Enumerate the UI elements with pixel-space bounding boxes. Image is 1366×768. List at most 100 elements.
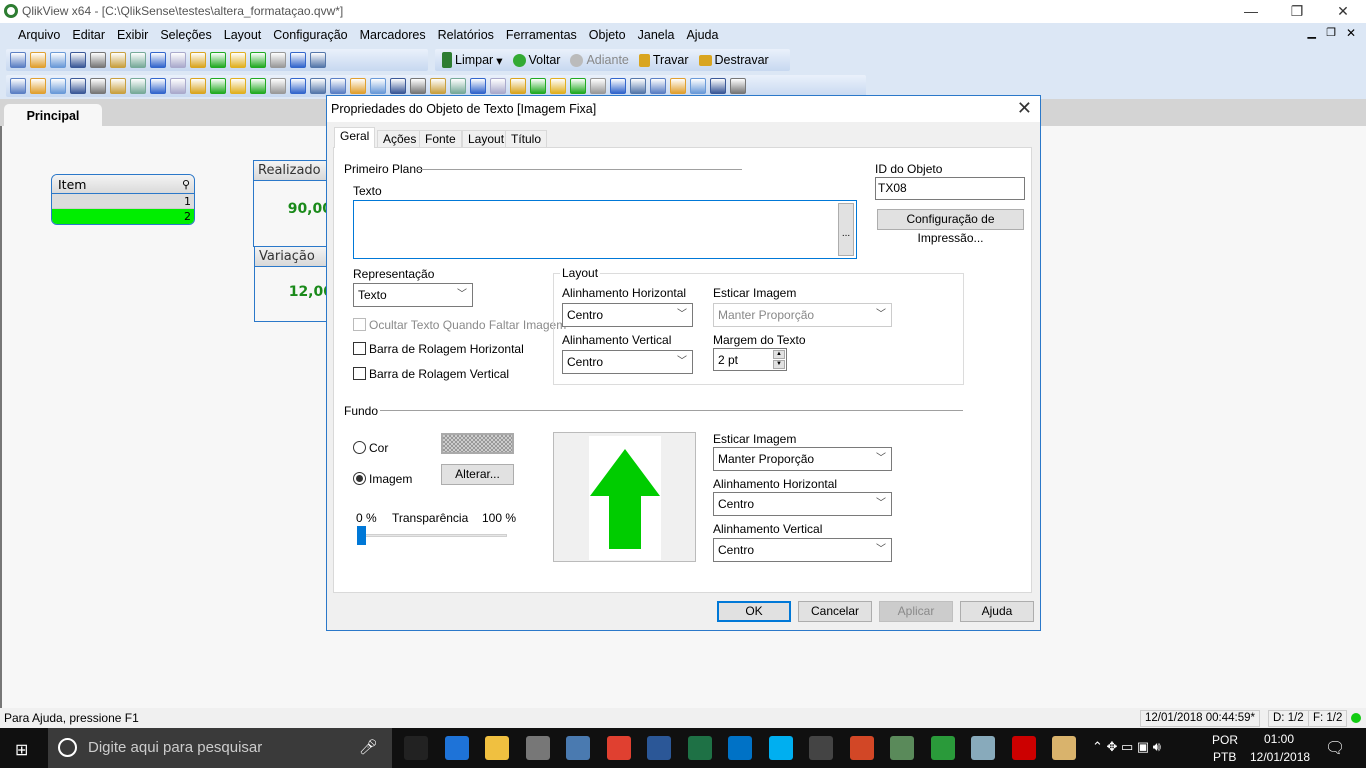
space-vert-icon[interactable] xyxy=(570,78,586,94)
export-icon[interactable] xyxy=(730,78,746,94)
chart-wizard-icon[interactable] xyxy=(230,52,246,68)
tab-titulo[interactable]: Título xyxy=(505,130,548,148)
menu-janela[interactable]: Janela xyxy=(632,23,681,47)
paint-icon[interactable] xyxy=(1052,736,1076,760)
help-icon[interactable] xyxy=(290,52,306,68)
sheet-right-icon[interactable] xyxy=(50,78,66,94)
apply-button[interactable]: Aplicar xyxy=(879,601,953,622)
snipping-icon[interactable] xyxy=(971,736,995,760)
context-help-icon[interactable] xyxy=(310,52,326,68)
help-button[interactable]: Ajuda xyxy=(960,601,1034,622)
acrobat-icon[interactable] xyxy=(1011,736,1036,760)
microphone-icon[interactable]: 🎤︎ xyxy=(359,728,378,768)
spin-up-icon[interactable]: ▲ xyxy=(773,350,785,359)
color-radio[interactable] xyxy=(353,441,366,454)
search-icon[interactable] xyxy=(190,52,206,68)
restore-button[interactable]: ❐ xyxy=(1274,0,1320,23)
cancel-button[interactable]: Cancelar xyxy=(798,601,872,622)
undo-icon[interactable] xyxy=(150,52,166,68)
container-icon[interactable] xyxy=(350,78,366,94)
redo-icon[interactable] xyxy=(170,52,186,68)
align-center-icon[interactable] xyxy=(470,78,486,94)
stretch-select[interactable]: Manter Proporção ﹀ xyxy=(713,303,892,327)
reload-icon[interactable] xyxy=(50,52,66,68)
custom-object-icon[interactable] xyxy=(370,78,386,94)
language-indicator[interactable]: POR xyxy=(1212,733,1238,747)
menu-ferramentas[interactable]: Ferramentas xyxy=(500,23,583,47)
bg-h-align-select[interactable]: Centro ﹀ xyxy=(713,492,892,516)
text-object-icon[interactable] xyxy=(250,78,266,94)
align-top-icon[interactable] xyxy=(550,78,566,94)
clock-time[interactable]: 01:00 xyxy=(1264,732,1294,746)
table-box-icon[interactable] xyxy=(150,78,166,94)
expression-overview-icon[interactable] xyxy=(390,78,406,94)
lock-button[interactable]: Travar xyxy=(636,53,692,67)
sheet-tab-principal[interactable]: Principal xyxy=(4,104,102,128)
qlikview-icon[interactable] xyxy=(890,736,914,760)
ok-button[interactable]: OK xyxy=(717,601,791,622)
text-expression-button[interactable]: ... xyxy=(838,203,854,256)
tray-icons[interactable]: ⌃ ✥ ▭ ▣ 🔊︎ xyxy=(1092,739,1161,755)
object-id-input[interactable]: TX08 xyxy=(875,177,1025,200)
listbox-row-selected[interactable]: 2 xyxy=(52,209,194,224)
mdi-restore-icon[interactable]: ❐ xyxy=(1326,26,1336,39)
close-window-button[interactable]: ✕ xyxy=(1320,0,1366,23)
new-sheet-icon[interactable] xyxy=(10,78,26,94)
bookmark-object-icon[interactable] xyxy=(310,78,326,94)
hscroll-checkbox[interactable] xyxy=(353,342,366,355)
edit-script-icon[interactable] xyxy=(110,52,126,68)
outlook-icon[interactable] xyxy=(728,736,752,760)
change-image-button[interactable]: Alterar... xyxy=(441,464,514,485)
chrome-icon[interactable] xyxy=(606,736,631,760)
image-radio[interactable] xyxy=(353,472,366,485)
save-icon[interactable] xyxy=(70,52,86,68)
clock-date[interactable]: 12/01/2018 xyxy=(1250,750,1310,764)
new-icon[interactable] xyxy=(10,52,26,68)
menu-relatorios[interactable]: Relatórios xyxy=(432,23,500,47)
edge-icon[interactable] xyxy=(444,736,469,760)
align-right-icon[interactable] xyxy=(490,78,506,94)
open-icon[interactable] xyxy=(30,52,46,68)
minimize-button[interactable]: — xyxy=(1228,0,1274,23)
skype-icon[interactable] xyxy=(768,736,793,760)
menu-marcadores[interactable]: Marcadores xyxy=(354,23,432,47)
text-object-variacao[interactable]: Variação 12,00 xyxy=(254,246,334,322)
line-arrow-icon[interactable] xyxy=(270,78,286,94)
transparency-slider-thumb[interactable] xyxy=(357,526,366,545)
menu-arquivo[interactable]: Arquivo xyxy=(12,23,66,47)
menu-layout[interactable]: Layout xyxy=(218,23,268,47)
v-align-select[interactable]: Centro ﹀ xyxy=(562,350,693,374)
task-view-icon[interactable] xyxy=(404,736,428,760)
store-icon[interactable] xyxy=(525,736,550,760)
sheet-properties-icon[interactable] xyxy=(70,78,86,94)
listbox-item[interactable]: Item ⚲ 1 2 xyxy=(51,174,195,225)
hide-text-checkbox[interactable] xyxy=(353,318,366,331)
tab-layout[interactable]: Layout xyxy=(462,130,511,148)
spin-down-icon[interactable]: ▼ xyxy=(773,360,785,369)
bg-stretch-select[interactable]: Manter Proporção ﹀ xyxy=(713,447,892,471)
back-button[interactable]: Voltar xyxy=(510,53,564,67)
edit-object-icon[interactable] xyxy=(690,78,706,94)
statistics-box-icon[interactable] xyxy=(110,78,126,94)
color-swatch-button[interactable] xyxy=(441,433,514,454)
menu-editar[interactable]: Editar xyxy=(66,23,111,47)
tab-geral[interactable]: Geral xyxy=(334,127,376,148)
print-settings-button[interactable]: Configuração de Impressão... xyxy=(877,209,1024,245)
taskbar-search-input[interactable]: Digite aqui para pesquisar 🎤︎ xyxy=(48,728,392,768)
keyboard-layout[interactable]: PTB xyxy=(1213,750,1236,764)
representation-select[interactable]: Texto ﹀ xyxy=(353,283,473,307)
menu-configuracao[interactable]: Configuração xyxy=(267,23,353,47)
powerpoint-icon[interactable] xyxy=(849,736,874,760)
word-icon[interactable] xyxy=(647,736,671,760)
listbox-icon[interactable] xyxy=(90,78,106,94)
chart-icon[interactable] xyxy=(170,78,186,94)
current-selections-icon[interactable] xyxy=(210,78,226,94)
search-icon[interactable]: ⚲ xyxy=(182,175,190,194)
tab-fonte[interactable]: Fonte xyxy=(419,130,462,148)
mdi-minimize-icon[interactable]: ▁ xyxy=(1308,26,1316,39)
menu-ajuda[interactable]: Ajuda xyxy=(680,23,724,47)
space-horiz-icon[interactable] xyxy=(590,78,606,94)
search-object-icon[interactable] xyxy=(330,78,346,94)
excel-icon[interactable] xyxy=(687,736,712,760)
remote-desktop-icon[interactable] xyxy=(566,736,590,760)
